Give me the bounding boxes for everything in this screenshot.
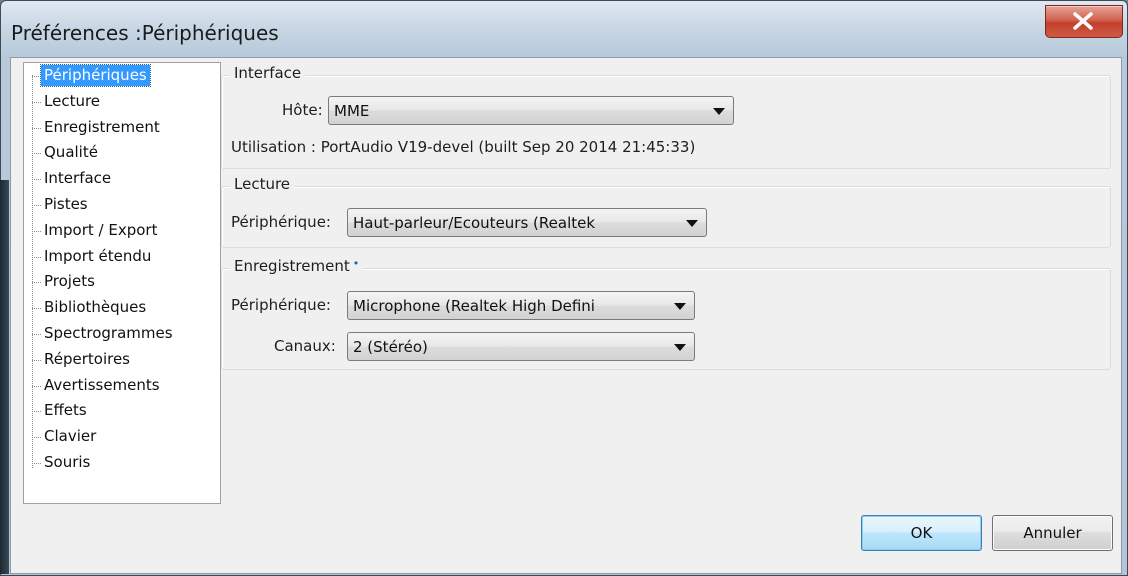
- recording-device-value: Microphone (Realtek High Defini: [353, 297, 595, 315]
- tree-connector: [32, 308, 41, 310]
- tree-connector: [32, 437, 41, 439]
- tree-connector: [32, 282, 41, 284]
- tree-item[interactable]: Bibliothèques: [32, 296, 212, 321]
- tree-connector: [32, 463, 41, 464]
- preferences-window: Préférences :Périphériques Périphériques…: [0, 0, 1128, 576]
- ok-button[interactable]: OK: [861, 515, 982, 551]
- tree-item[interactable]: Périphériques: [32, 64, 212, 89]
- tree-item[interactable]: Qualité: [32, 141, 212, 166]
- chevron-down-icon: [674, 344, 686, 351]
- recording-group-title: Enregistrement •: [230, 257, 364, 275]
- tree-item[interactable]: Répertoires: [32, 348, 212, 373]
- cancel-button[interactable]: Annuler: [992, 515, 1113, 551]
- tree-item-label: Qualité: [44, 143, 98, 162]
- playback-device-value: Haut-parleur/Ecouteurs (Realtek: [353, 214, 596, 232]
- playback-device-select[interactable]: Haut-parleur/Ecouteurs (Realtek: [347, 208, 707, 237]
- tree-connector: [32, 385, 41, 387]
- tree-item-label: Import étendu: [44, 246, 152, 265]
- tree-item[interactable]: Interface: [32, 167, 212, 192]
- chevron-down-icon: [674, 303, 686, 310]
- portaudio-usage-text: Utilisation : PortAudio V19-devel (built…: [231, 138, 696, 156]
- tree-item[interactable]: Pistes: [32, 193, 212, 218]
- tree-item[interactable]: Import étendu: [32, 245, 212, 270]
- close-icon: [1073, 12, 1093, 30]
- tree-item-label: Spectrogrammes: [44, 324, 173, 342]
- background-window-edge: [0, 180, 9, 574]
- tree-connector: [32, 153, 41, 155]
- tree-connector: [32, 127, 41, 129]
- host-label: Hôte:: [282, 101, 323, 119]
- interface-group-title: Interface: [230, 64, 306, 82]
- host-select-value: MME: [334, 102, 370, 120]
- tree-item[interactable]: Clavier: [32, 425, 212, 450]
- tree-connector: [32, 76, 41, 77]
- tree-item-label: Bibliothèques: [44, 298, 147, 317]
- window-title: Préférences :Périphériques: [11, 21, 279, 45]
- tree-item[interactable]: Souris: [32, 451, 212, 476]
- channels-value: 2 (Stéréo): [353, 338, 428, 356]
- tree-item-label: Lecture: [44, 91, 101, 110]
- tree-item[interactable]: Spectrogrammes: [32, 322, 212, 347]
- playback-group-title: Lecture: [230, 175, 295, 193]
- chevron-down-icon: [713, 108, 725, 115]
- tree-item-label: Clavier: [44, 427, 97, 446]
- recording-group-title-text: Enregistrement: [234, 257, 350, 275]
- tree-item[interactable]: Import / Export: [32, 219, 212, 244]
- tree-item[interactable]: Effets: [32, 399, 212, 424]
- tree-item-label: Souris: [44, 453, 91, 471]
- tree-connector: [32, 101, 41, 103]
- modified-marker: •: [352, 257, 360, 270]
- tree-item-label: Périphériques: [40, 64, 151, 87]
- category-tree: Périphériques Lecture Enregistrement Qualit…: [23, 62, 221, 504]
- tree-connector: [32, 411, 41, 413]
- tree-item-label: Avertissements: [44, 375, 160, 394]
- tree-item[interactable]: Avertissements: [32, 374, 212, 399]
- playback-group: Lecture Périphérique: Haut-parleur/Ecout…: [221, 175, 1111, 248]
- tree-connector: [32, 359, 41, 361]
- dialog-client-area: Périphériques Lecture Enregistrement Qualit…: [10, 57, 1122, 574]
- host-select[interactable]: MME: [328, 96, 734, 125]
- playback-device-label: Périphérique:: [231, 213, 331, 231]
- tree-connector: [32, 179, 41, 181]
- tree-connector: [32, 205, 41, 206]
- tree-item-label: Répertoires: [44, 349, 131, 368]
- recording-group: Enregistrement • Périphérique: Microphone…: [221, 257, 1111, 370]
- tree-item[interactable]: Enregistrement: [32, 116, 212, 141]
- tree-connector: [32, 230, 41, 232]
- interface-group: Interface Hôte: MME Utilisation : PortAu…: [221, 64, 1111, 169]
- close-button[interactable]: [1045, 5, 1123, 38]
- channels-label: Canaux:: [274, 337, 336, 355]
- tree-connector: [32, 334, 41, 335]
- tree-item-label: Enregistrement: [44, 117, 160, 136]
- tree-item[interactable]: Projets: [32, 270, 212, 295]
- tree-item-label: Pistes: [44, 195, 88, 213]
- tree-item-label: Interface: [44, 169, 112, 188]
- tree-item[interactable]: Lecture: [32, 90, 212, 115]
- tree-item-label: Projets: [44, 272, 95, 291]
- chevron-down-icon: [686, 220, 698, 227]
- recording-device-label: Périphérique:: [231, 296, 331, 314]
- recording-device-select[interactable]: Microphone (Realtek High Defini: [347, 291, 695, 320]
- tree-connector: [32, 256, 41, 258]
- title-bar[interactable]: Préférences :Périphériques: [1, 1, 1127, 57]
- tree-item-label: Effets: [44, 401, 87, 420]
- tree-item-label: Import / Export: [44, 220, 158, 239]
- channels-select[interactable]: 2 (Stéréo): [347, 332, 695, 361]
